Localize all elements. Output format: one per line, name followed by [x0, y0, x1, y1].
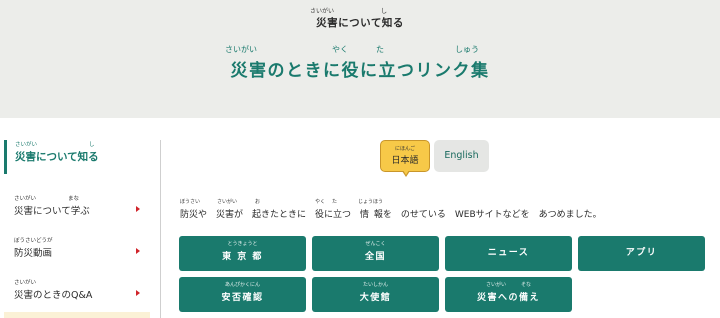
sidebar-item-label: 災害のときのQ&A	[14, 290, 93, 301]
language-japanese-button[interactable]: にほんご 日本語	[380, 140, 430, 177]
ruby-bousaidouga: ぼうさいどうが	[14, 238, 53, 244]
ruby-saigai: さいがい	[15, 142, 38, 148]
link-embassy-button[interactable]: たいしかん 大使館	[312, 277, 439, 312]
link-disaster-preparation-button[interactable]: さいがい そな 災害への備え	[445, 277, 572, 312]
ruby-ta: た	[376, 45, 384, 54]
breadcrumb[interactable]: さいがい し 災害について知る	[0, 6, 720, 30]
ruby-o: お	[255, 199, 261, 205]
chevron-right-icon	[136, 206, 140, 212]
sidebar-item-learn-disaster-active[interactable]: さいがい し 災害について知る	[4, 140, 152, 174]
link-tokyo-button[interactable]: とうきょうと 東 京 都	[179, 236, 306, 271]
sidebar-item-study-disaster[interactable]: さいがい まな 災害について学ぶ	[14, 194, 146, 224]
link-label: 大使館	[359, 293, 392, 303]
sidebar-item-label: 防災動画	[14, 248, 53, 259]
sidebar-active-label: 災害について知る	[15, 151, 99, 163]
ruby-jouhou: じょうほう	[358, 199, 384, 205]
link-label: 安否確認	[221, 293, 264, 303]
link-apps-button[interactable]: アプリ	[578, 236, 705, 271]
chevron-right-icon	[136, 248, 140, 254]
sidebar-item-label: 災害について学ぶ	[14, 206, 90, 217]
intro-ruby: ぼうさい さいがい お やく た じょうほう	[180, 198, 710, 207]
sidebar-item-ruby: ぼうさいどうが	[14, 236, 146, 245]
language-ja-label: 日本語	[391, 156, 419, 166]
sidebar-active-ruby: さいがい し	[15, 140, 152, 149]
ruby-yaku: やく	[315, 199, 326, 205]
page-header: さいがい し 災害について知る さいがい やく た しゅう 災害のときに役に立つ…	[0, 0, 720, 118]
title-ruby: さいがい やく た しゅう	[0, 44, 720, 56]
link-nationwide-button[interactable]: ぜんこく 全国	[312, 236, 439, 271]
sidebar-nav: さいがい し 災害について知る さいがい まな 災害について学ぶ ぼうさいどうが…	[0, 140, 160, 318]
intro-sentence: 防災や 災害が 起きたときに 役に立つ 情 報を のせている WEBサイトなどを…	[180, 210, 602, 220]
breadcrumb-ruby: さいがい し	[0, 6, 720, 15]
breadcrumb-label: 災害について知る	[316, 17, 404, 29]
link-ruby: ぜんこく	[365, 241, 386, 247]
sidebar-item-disaster-videos[interactable]: ぼうさいどうが 防災動画	[14, 236, 146, 266]
language-english-button[interactable]: English	[434, 140, 489, 172]
link-label: 全国	[364, 252, 386, 262]
ruby-saigai: さいがい	[217, 199, 238, 205]
link-label: アプリ	[625, 248, 658, 258]
ruby-shi: し	[381, 8, 388, 15]
ruby-saigai: さいがい	[225, 45, 257, 54]
sidebar-item-ruby: さいがい	[14, 278, 146, 287]
page-title-label: 災害のときに役に立つリンク集	[230, 61, 490, 81]
ruby-ta: た	[332, 199, 338, 205]
page-title: さいがい やく た しゅう 災害のときに役に立つリンク集	[0, 44, 720, 81]
sidebar-next-item[interactable]	[4, 312, 150, 318]
link-ruby: とうきょうと	[227, 241, 258, 247]
sidebar-divider	[160, 140, 161, 318]
chevron-right-icon	[136, 290, 140, 296]
ruby-shuu: しゅう	[455, 45, 479, 54]
language-ja-ruby: にほんご	[394, 146, 415, 152]
ruby-saigai: さいがい	[14, 196, 37, 202]
link-news-button[interactable]: ニュース	[445, 236, 572, 271]
intro-text: ぼうさい さいがい お やく た じょうほう 防災や 災害が 起きたときに 役に…	[180, 198, 710, 220]
ruby-saigai: さいがい	[14, 280, 37, 286]
ruby-mana: まな	[68, 196, 80, 202]
link-ruby: あんぴかくにん	[224, 282, 260, 288]
ruby-bousai: ぼうさい	[180, 199, 201, 205]
link-ruby: さいがい そな	[485, 282, 531, 288]
link-ruby: たいしかん	[362, 282, 388, 288]
link-label: 東 京 都	[222, 252, 263, 262]
ruby-saigai: さいがい	[310, 8, 335, 15]
link-label: ニュース	[487, 248, 530, 258]
sidebar-item-disaster-qa[interactable]: さいがい 災害のときのQ&A	[14, 278, 146, 308]
sidebar-item-ruby: さいがい まな	[14, 194, 146, 203]
ruby-shi: し	[89, 142, 95, 148]
ruby-yaku: やく	[332, 45, 348, 54]
active-pointer-fill	[403, 170, 409, 175]
link-label: 災害への備え	[476, 293, 540, 303]
link-safety-check-button[interactable]: あんぴかくにん 安否確認	[179, 277, 306, 312]
